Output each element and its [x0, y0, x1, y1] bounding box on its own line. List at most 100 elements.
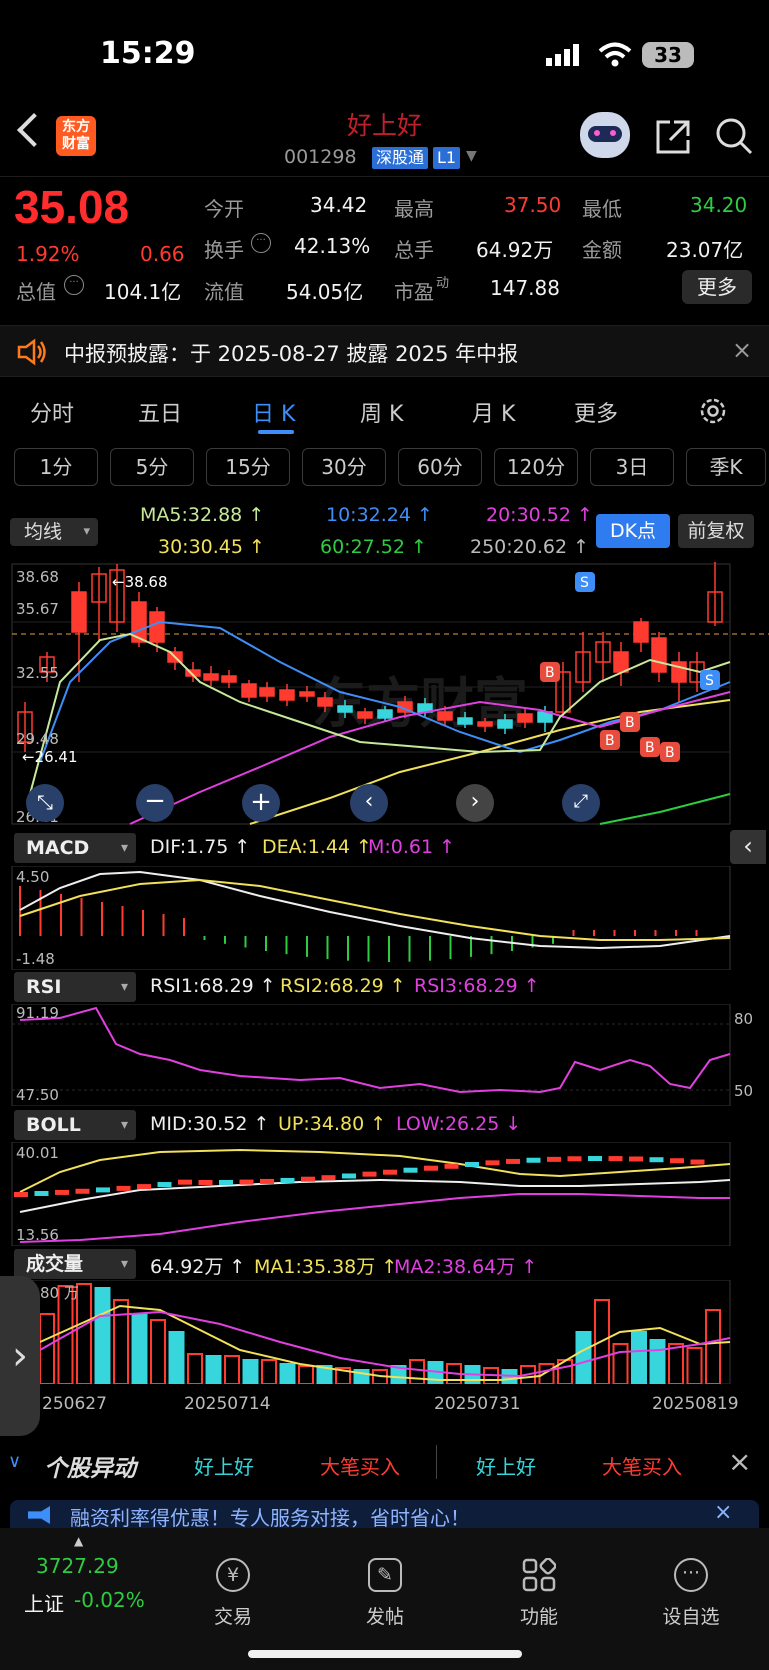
rsi-y-top: 91.19	[16, 1004, 59, 1022]
low-label: 最低	[582, 197, 622, 221]
volume-bar	[501, 1369, 518, 1384]
ticker-stock-2[interactable]: 好上好	[476, 1451, 536, 1480]
bottom-nav: ▲ 3727.29 上证 -0.02% ¥ 交易 ✎ 发帖 功能 ··· 设自选	[0, 1528, 769, 1670]
period-30min[interactable]: 30分	[302, 448, 386, 486]
high-label: 最高	[394, 197, 434, 221]
tab-intraday[interactable]: 分时	[30, 396, 74, 428]
nav-functions-label: 功能	[519, 1606, 558, 1628]
ticker-divider	[436, 1445, 437, 1479]
ticker-event-2[interactable]: 大笔买入	[602, 1451, 682, 1480]
boll-candle	[96, 1187, 110, 1193]
volume-bar	[94, 1287, 111, 1384]
volume-selector[interactable]: 成交量	[14, 1249, 136, 1279]
dea-line	[19, 878, 731, 941]
boll-candle	[526, 1157, 541, 1163]
tab-weekly-k[interactable]: 周 K	[360, 396, 403, 428]
info-icon[interactable]: ···	[64, 275, 84, 295]
period-15min[interactable]: 15分	[206, 448, 290, 486]
more-button[interactable]: 更多	[682, 270, 752, 304]
fold-icon[interactable]: ⤡	[26, 784, 64, 822]
fuquan-button[interactable]: 前复权	[678, 514, 754, 548]
side-drawer-handle[interactable]: ›	[0, 1276, 40, 1436]
share-icon[interactable]	[654, 118, 692, 160]
close-icon[interactable]: ×	[732, 336, 752, 364]
volume-chart[interactable]	[0, 1280, 769, 1384]
candle-body	[633, 621, 649, 643]
ma-selector[interactable]: 均线 ▾	[10, 518, 98, 546]
rsi-y-bottom: 47.50	[16, 1086, 59, 1104]
boll-candle	[690, 1159, 705, 1165]
index-name[interactable]: 上证	[24, 1588, 64, 1617]
prev-icon[interactable]: ‹	[350, 784, 388, 822]
collapse-icon[interactable]: ‹	[730, 830, 766, 864]
caret-up-icon: ▲	[74, 1534, 84, 1548]
speaker-icon	[16, 338, 48, 370]
nav-watchlist-label: 设自选	[662, 1606, 720, 1628]
macd-dea: DEA:1.44 ↑	[262, 836, 372, 858]
banner-text: 融资利率得优惠！专人服务对接，省时省心！	[70, 1506, 470, 1530]
zoom-out-icon[interactable]: −	[136, 784, 174, 822]
ma250-value: 250:20.62 ↑	[470, 536, 590, 558]
close-icon[interactable]: ×	[714, 1500, 732, 1525]
zoom-in-icon[interactable]: +	[242, 784, 280, 822]
turnover-value: 42.13%	[294, 234, 371, 258]
tab-5day[interactable]: 五日	[138, 396, 182, 428]
index-value[interactable]: 3727.29	[36, 1554, 119, 1578]
rsi-selector[interactable]: RSI	[14, 972, 136, 1002]
nav-watchlist[interactable]: ··· 设自选	[636, 1558, 746, 1629]
buy-sell-markers: BBBB BSS	[540, 572, 720, 762]
tab-monthly-k[interactable]: 月 K	[472, 396, 515, 428]
tab-more[interactable]: 更多	[574, 396, 618, 428]
float-label: 流值	[204, 280, 244, 304]
high-value: 37.50	[504, 193, 562, 217]
boll-y-bottom: 13.56	[16, 1226, 59, 1244]
boll-candle	[321, 1175, 336, 1181]
ticker-event-1[interactable]: 大笔买入	[320, 1451, 400, 1480]
search-icon[interactable]	[714, 116, 754, 160]
settings-icon[interactable]	[698, 396, 728, 430]
battery-icon: 33	[642, 42, 694, 68]
boll-candle	[362, 1171, 377, 1177]
ticker-stock-1[interactable]: 好上好	[194, 1451, 254, 1480]
status-time: 15:29	[100, 36, 196, 71]
period-1min[interactable]: 1分	[14, 448, 98, 486]
dk-button[interactable]: DK点	[596, 514, 670, 548]
fullscreen-icon[interactable]: ⤢	[562, 784, 600, 822]
nav-functions[interactable]: 功能	[484, 1557, 594, 1629]
chevron-down-icon[interactable]: ▼	[466, 148, 477, 164]
robot-avatar-icon[interactable]	[580, 112, 630, 158]
index-pct[interactable]: -0.02%	[74, 1588, 145, 1612]
period-quarter[interactable]: 季K	[686, 448, 766, 486]
tab-daily-k[interactable]: 日 K	[252, 396, 295, 428]
macd-selector[interactable]: MACD	[14, 833, 136, 863]
boll-candle	[178, 1179, 192, 1185]
volume-ma2: MA2:38.64万 ↑	[394, 1256, 538, 1278]
edit-icon: ✎	[368, 1558, 402, 1592]
nav-trade[interactable]: ¥ 交易	[178, 1558, 288, 1629]
period-3day[interactable]: 3日	[590, 448, 674, 486]
volume-bar	[168, 1331, 185, 1384]
notice-bar[interactable]: 中报预披露：于 2025-08-27 披露 2025 年中报 ×	[0, 325, 769, 377]
period-5min[interactable]: 5分	[110, 448, 194, 486]
boll-selector[interactable]: BOLL	[14, 1110, 136, 1140]
rsi-level-50: 50	[734, 1082, 754, 1100]
next-icon[interactable]: ›	[456, 784, 494, 822]
chevron-down-icon[interactable]: ∨	[8, 1451, 21, 1472]
boll-chart[interactable]	[0, 1142, 769, 1246]
info-icon[interactable]: ···	[251, 233, 271, 253]
volume-bar	[686, 1347, 703, 1384]
more-dots-icon: ···	[674, 1558, 708, 1592]
macd-chart[interactable]	[0, 866, 769, 970]
promo-banner[interactable]: 融资利率得优惠！专人服务对接，省时省心！ ×	[10, 1500, 759, 1530]
macd-m: M:0.61 ↑	[368, 836, 456, 858]
candle-body	[279, 689, 295, 701]
rsi-chart[interactable]	[0, 1004, 769, 1106]
close-icon[interactable]: ×	[728, 1445, 751, 1478]
period-120min[interactable]: 120分	[494, 448, 578, 486]
period-60min[interactable]: 60分	[398, 448, 482, 486]
kline-chart[interactable]: 东方财富 ←38.68 ←26.41 BBBBBSS	[0, 562, 769, 826]
stock-alert-ticker[interactable]: ∨ 个股异动 好上好 大笔买入 好上好 大笔买入 ×	[0, 1437, 769, 1493]
pe-value: 147.88	[490, 276, 560, 300]
nav-post[interactable]: ✎ 发帖	[330, 1558, 440, 1629]
open-value: 34.42	[310, 193, 368, 217]
